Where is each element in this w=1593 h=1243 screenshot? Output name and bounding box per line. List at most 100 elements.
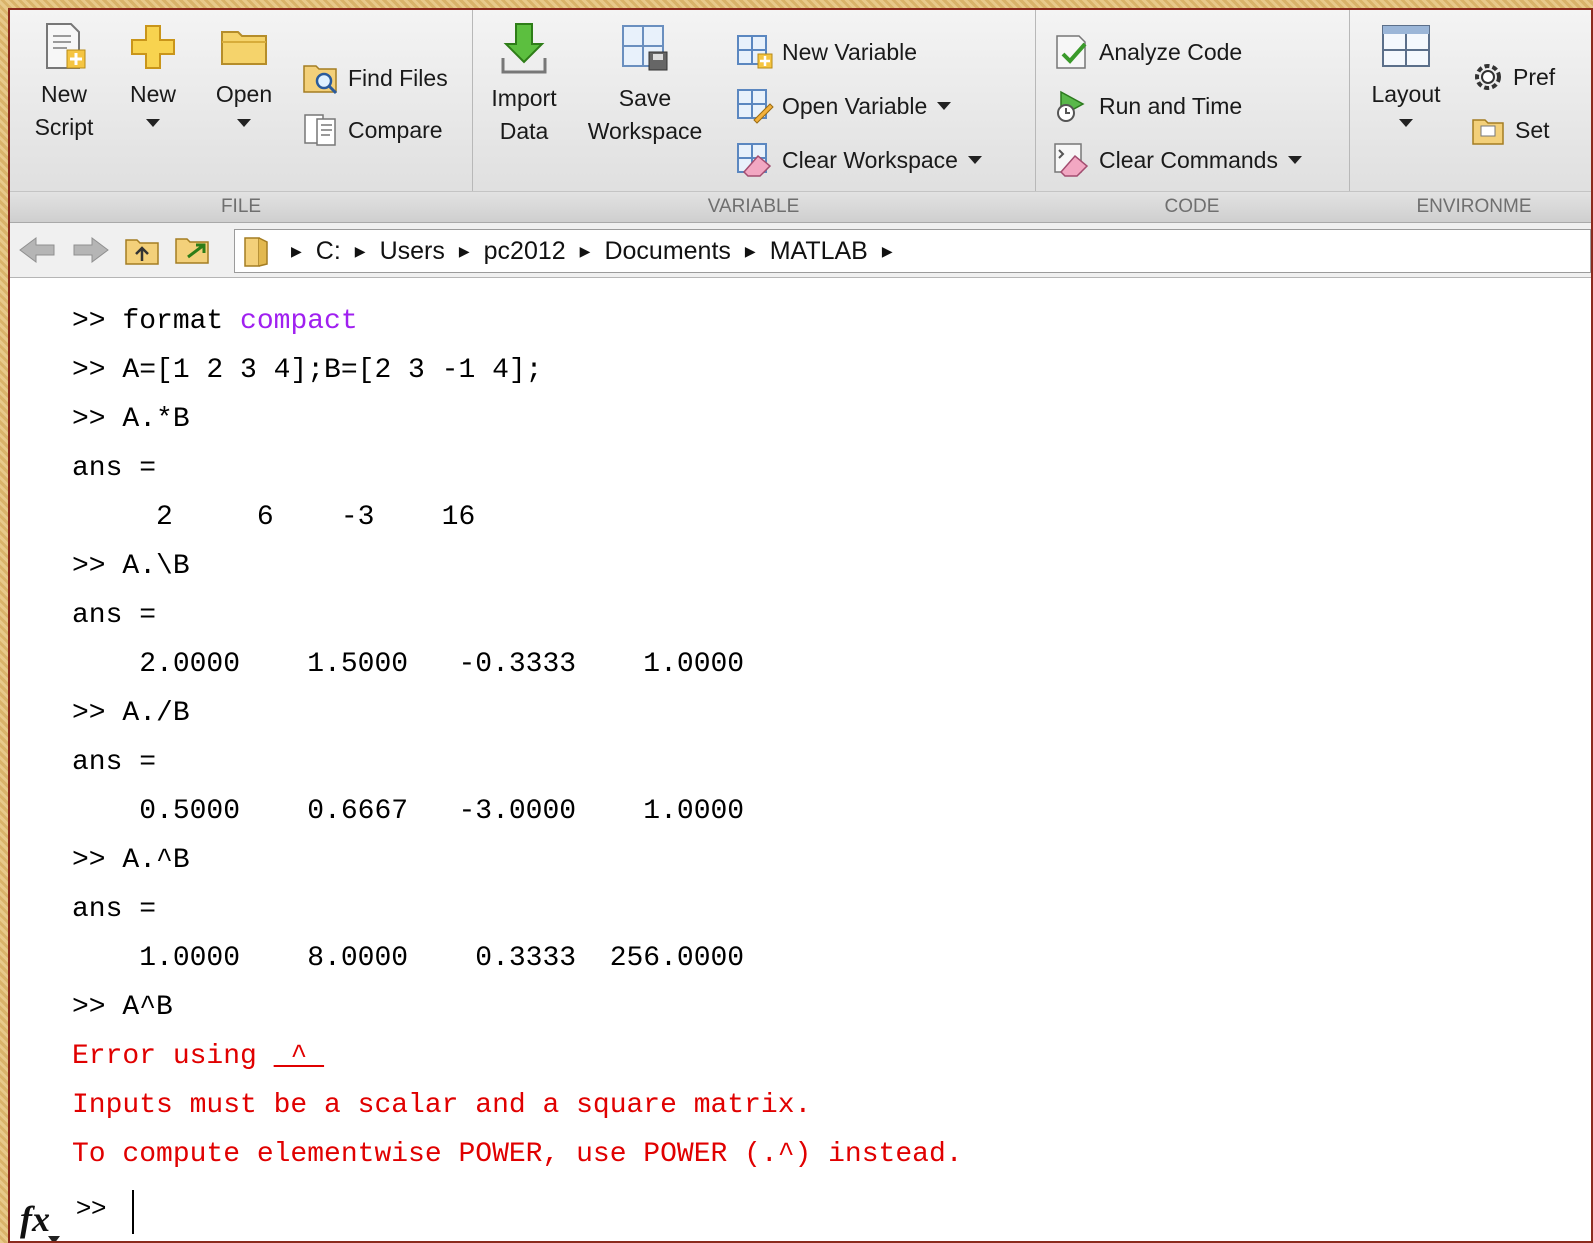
plus-icon <box>131 25 175 69</box>
compare-icon <box>304 114 336 146</box>
clear-commands-label: Clear Commands <box>1099 146 1278 173</box>
back-arrow-icon[interactable] <box>18 235 58 265</box>
breadcrumb-matlab[interactable]: MATLAB <box>770 237 868 266</box>
run-and-time-icon <box>1057 90 1085 122</box>
matlab-window: New Script New Open Find Files Compare F… <box>8 8 1593 1243</box>
output-line: 1.0000 8.0000 0.3333 256.0000 <box>72 943 745 974</box>
command-line: >> A.*B <box>72 404 190 435</box>
output-line: 2 6 -3 16 <box>72 502 476 533</box>
preferences-label: Pref <box>1513 63 1556 90</box>
file-section: New Script New Open Find Files Compare F… <box>10 10 473 222</box>
find-files-icon <box>303 65 338 95</box>
output-line: ans = <box>72 894 157 925</box>
command-line: >> A.\B <box>72 551 190 582</box>
breadcrumb-users[interactable]: Users <box>380 237 445 266</box>
set-path-label: Set <box>1515 116 1550 143</box>
clear-workspace-button[interactable]: Clear Workspace <box>736 142 982 178</box>
command-window[interactable]: >> format compact >> A=[1 2 3 4];B=[2 3 … <box>10 278 1591 1241</box>
toolstrip: New Script New Open Find Files Compare F… <box>10 10 1591 223</box>
open-variable-icon <box>737 89 774 124</box>
breadcrumb-separator-icon: ▶ <box>458 242 470 259</box>
forward-arrow-icon[interactable] <box>70 235 110 265</box>
file-section-label: FILE <box>10 191 472 222</box>
browse-folder-icon[interactable] <box>174 233 214 267</box>
set-path-icon <box>1472 119 1504 145</box>
breadcrumb-drive[interactable]: C: <box>316 237 341 266</box>
chevron-down-icon <box>937 102 952 110</box>
environment-section-label: ENVIRONME <box>1349 191 1591 222</box>
run-and-time-label: Run and Time <box>1099 92 1243 119</box>
command-line: >> A^B <box>72 992 173 1023</box>
function-browser-icon[interactable]: fx <box>20 1198 50 1240</box>
chevron-down-icon <box>967 156 982 164</box>
layout-label: Layout <box>1371 81 1441 107</box>
new-script-icon <box>46 23 86 69</box>
save-workspace-icon <box>622 25 668 71</box>
command-line: >> format compact <box>72 306 358 337</box>
import-icon <box>501 23 547 74</box>
new-label: New <box>129 81 176 107</box>
command-argument: compact <box>240 306 358 337</box>
new-script-label-2: Script <box>34 114 94 140</box>
clear-workspace-icon <box>737 143 772 177</box>
analyze-code-icon <box>1056 35 1087 69</box>
breadcrumb-separator-icon: ▶ <box>881 242 893 259</box>
compare-label: Compare <box>348 116 443 143</box>
breadcrumb-documents[interactable]: Documents <box>604 237 730 266</box>
breadcrumb-separator-icon: ▶ <box>291 242 302 259</box>
layout-button[interactable]: Layout <box>1361 16 1451 127</box>
import-data-button[interactable]: Import Data <box>484 16 564 148</box>
new-script-label-1: New <box>40 81 87 107</box>
chevron-down-icon <box>1399 119 1413 127</box>
chevron-down-icon <box>146 119 160 127</box>
compare-button[interactable]: Compare <box>302 112 443 148</box>
clear-commands-button[interactable]: Clear Commands <box>1053 142 1302 178</box>
new-variable-icon <box>737 35 773 69</box>
find-files-button[interactable]: Find Files <box>302 60 448 96</box>
output-line: ans = <box>72 600 157 631</box>
set-path-button[interactable]: Set <box>1471 112 1550 148</box>
error-text: Error using <box>72 1041 274 1072</box>
run-and-time-button[interactable]: Run and Time <box>1053 88 1242 124</box>
error-line: Inputs must be a scalar and a square mat… <box>72 1090 812 1121</box>
command-text: >> format <box>72 306 241 337</box>
variable-section: Import Data Save Workspace New Variable … <box>472 10 1036 222</box>
up-folder-icon[interactable] <box>124 234 160 266</box>
analyze-code-button[interactable]: Analyze Code <box>1053 34 1242 70</box>
open-button[interactable]: Open <box>206 16 282 127</box>
new-button[interactable]: New <box>118 16 188 127</box>
output-line: 0.5000 0.6667 -3.0000 1.0000 <box>72 796 745 827</box>
clear-commands-icon <box>1054 143 1089 177</box>
find-files-label: Find Files <box>348 64 448 91</box>
save-label-2: Workspace <box>587 118 703 144</box>
breadcrumb-user[interactable]: pc2012 <box>484 237 566 266</box>
command-line: >> A.^B <box>72 845 190 876</box>
analyze-code-label: Analyze Code <box>1099 38 1243 65</box>
new-script-button[interactable]: New Script <box>24 16 104 144</box>
import-label-1: Import <box>491 85 557 111</box>
breadcrumb-separator-icon: ▶ <box>579 242 591 259</box>
error-line: Error using ^ <box>72 1041 324 1072</box>
gear-icon <box>1475 64 1501 90</box>
text-cursor <box>132 1190 134 1234</box>
code-section-label: CODE <box>1035 191 1349 222</box>
preferences-button[interactable]: Pref <box>1471 60 1555 94</box>
current-folder-path[interactable]: ▶ C: ▶ Users ▶ pc2012 ▶ Documents ▶ MATL… <box>234 229 1591 273</box>
open-label: Open <box>215 81 273 107</box>
chevron-down-icon <box>237 119 251 127</box>
output-line: ans = <box>72 747 157 778</box>
open-variable-button[interactable]: Open Variable <box>736 88 952 124</box>
command-line: >> A=[1 2 3 4];B=[2 3 -1 4]; <box>72 355 543 386</box>
folder-icon <box>244 237 268 267</box>
error-line: To compute elementwise POWER, use POWER … <box>72 1139 963 1170</box>
folder-icon <box>221 31 267 65</box>
error-function-link[interactable]: ^ <box>274 1041 324 1072</box>
save-workspace-button[interactable]: Save Workspace <box>580 16 710 148</box>
prompt: >> <box>76 1192 107 1222</box>
new-variable-button[interactable]: New Variable <box>736 34 917 70</box>
save-label-1: Save <box>618 85 672 111</box>
output-line: ans = <box>72 453 157 484</box>
open-variable-label: Open Variable <box>782 92 928 119</box>
address-bar: ▶ C: ▶ Users ▶ pc2012 ▶ Documents ▶ MATL… <box>10 223 1591 278</box>
clear-workspace-label: Clear Workspace <box>782 146 958 173</box>
